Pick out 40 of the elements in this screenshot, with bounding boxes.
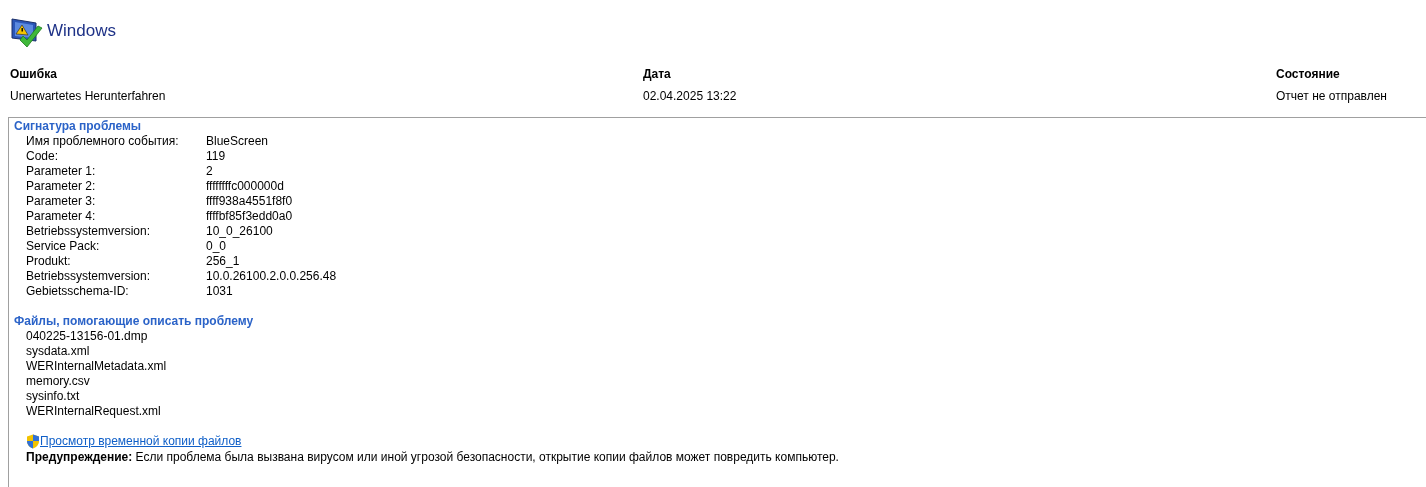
column-value: Отчет не отправлен: [1276, 89, 1388, 103]
file-name: WERInternalRequest.xml: [26, 404, 161, 419]
file-name: sysdata.xml: [26, 344, 90, 359]
column-heading: Ошибка: [10, 67, 58, 81]
field-value: BlueScreen: [206, 134, 270, 149]
field-label: Gebietsschema-ID:: [26, 284, 130, 299]
section-title: Файлы, помогающие описать проблему: [14, 314, 255, 329]
file-name: WERInternalMetadata.xml: [26, 359, 167, 374]
field-label: Betriebssystemversion:: [26, 269, 152, 284]
warning-text: Предупреждение: Если проблема была вызвана вирусом или иной угрозой безопасности, открытие копии файлов может повредить компьютер.: [25, 449, 840, 465]
field-label: Code:: [26, 149, 60, 164]
field-value: 10.0.26100.2.0.0.256.48: [206, 269, 338, 284]
file-name: 040225-13156-01.dmp: [26, 329, 148, 344]
field-label: Parameter 3:: [26, 194, 97, 209]
field-label: Betriebssystemversion:: [26, 224, 152, 239]
field-label: Parameter 2:: [26, 179, 97, 194]
column-value: 02.04.2025 13:22: [643, 89, 738, 103]
shield-icon: [26, 433, 40, 449]
field-value: 256_1: [206, 254, 241, 269]
field-value: 1031: [206, 284, 234, 299]
field-value: ffffbf85f3edd0a0: [206, 209, 294, 224]
field-value: 10_0_26100: [206, 224, 274, 239]
app-title: Windows: [47, 21, 116, 41]
field-value: ffffffffc000000d: [206, 179, 285, 194]
field-value: ffff938a4551f8f0: [206, 194, 294, 209]
field-label: Service Pack:: [26, 239, 101, 254]
field-label: Имя проблемного события:: [26, 134, 180, 149]
column-heading: Состояние: [1276, 67, 1341, 81]
column-value: Unerwartetes Herunterfahren: [10, 89, 167, 103]
field-value: 2: [206, 164, 214, 179]
field-value: 0_0: [206, 239, 228, 254]
field-label: Parameter 4:: [26, 209, 97, 224]
field-label: Parameter 1:: [26, 164, 97, 179]
file-name: sysinfo.txt: [26, 389, 80, 404]
section-title: Сигнатура проблемы: [14, 119, 143, 134]
view-files-link[interactable]: Просмотр временной копии файлов: [40, 433, 242, 449]
column-heading: Дата: [643, 67, 672, 81]
field-value: 119: [206, 149, 227, 164]
field-label: Produkt:: [26, 254, 72, 269]
file-name: memory.csv: [26, 374, 90, 389]
